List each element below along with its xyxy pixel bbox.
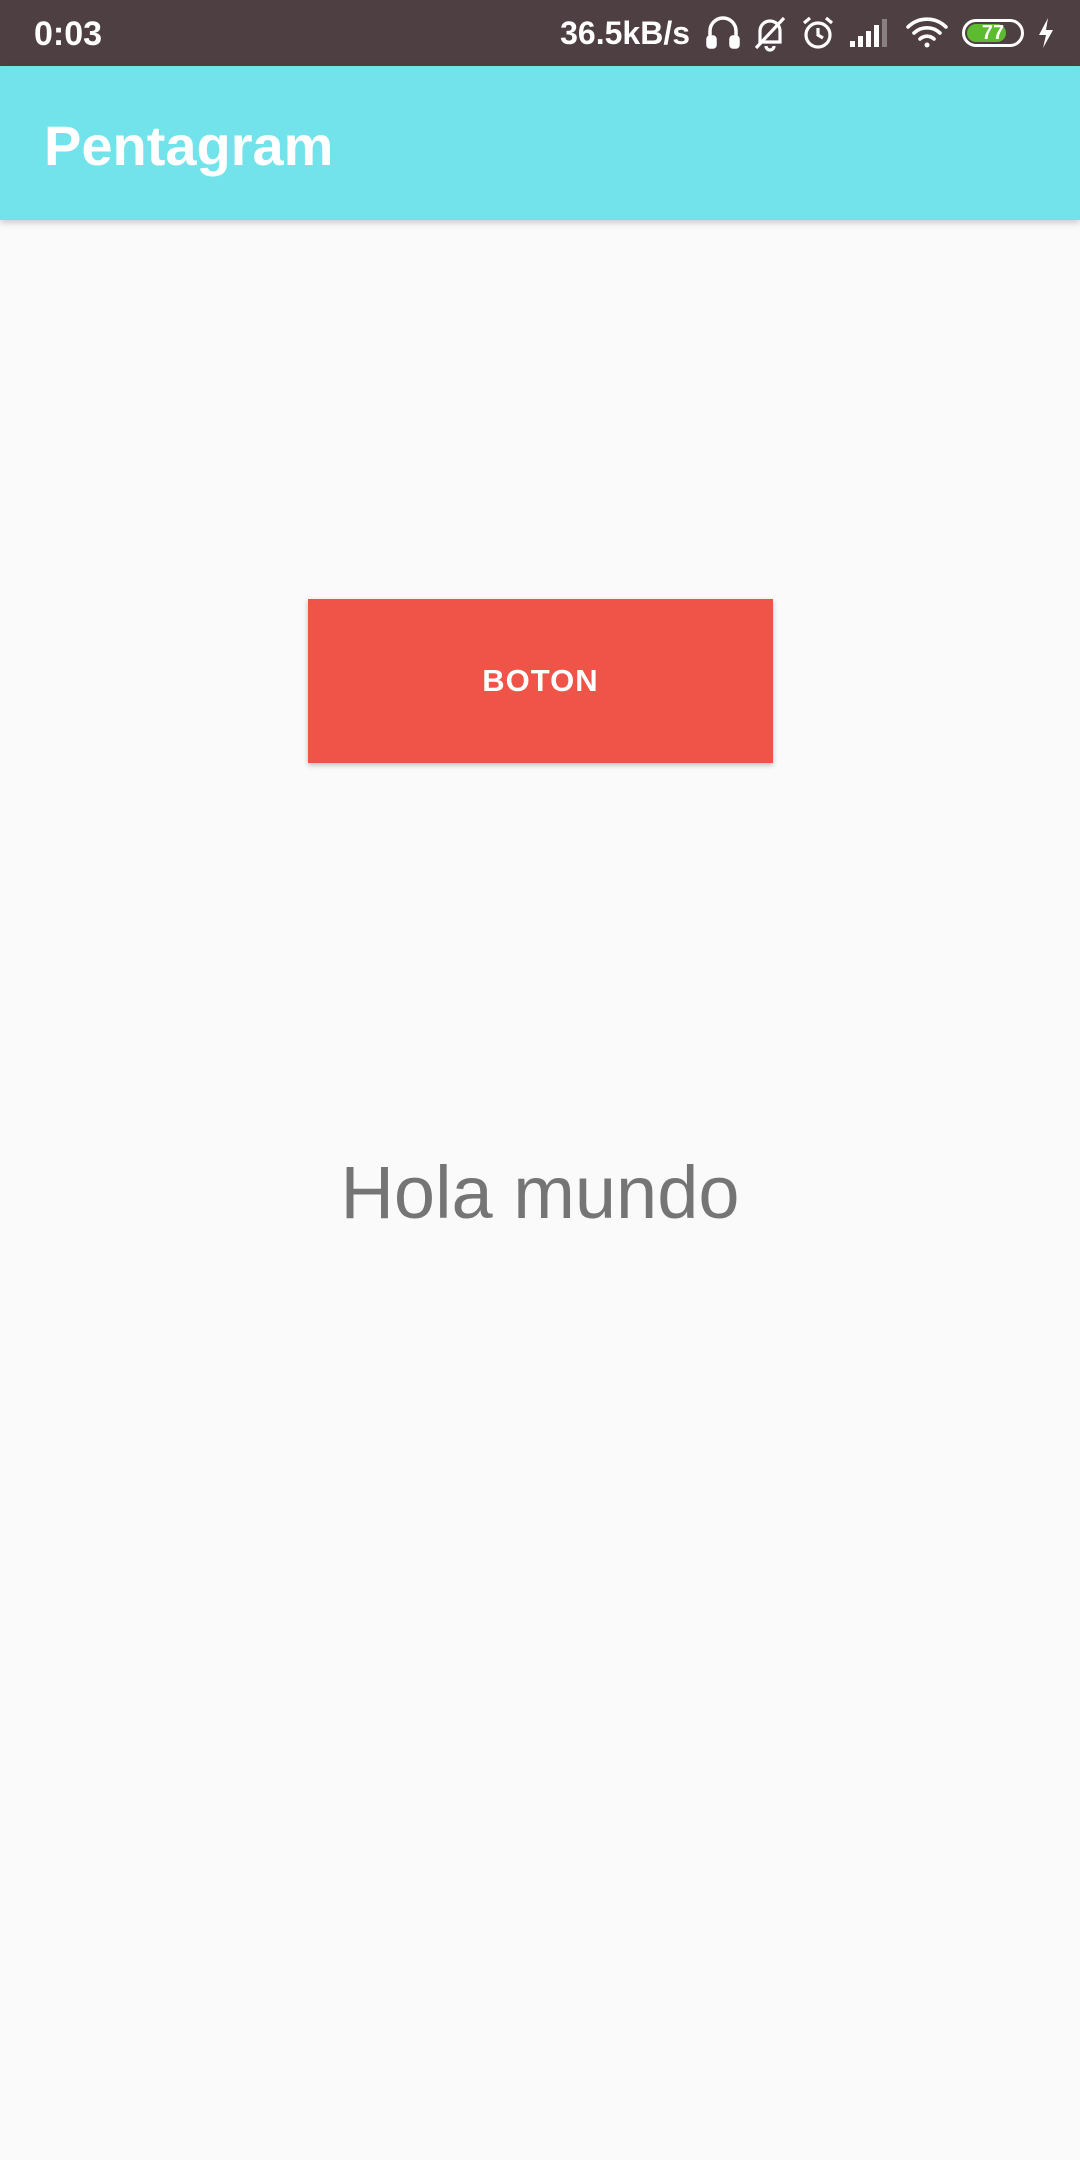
battery-icon: 77 [962, 13, 1024, 53]
status-bar: 0:03 36.5kB/s 77 [0, 0, 1080, 66]
bell-off-icon [752, 13, 788, 53]
app-bar: Pentagram [0, 66, 1080, 220]
headset-icon [706, 13, 740, 53]
battery-level: 77 [981, 22, 1005, 44]
wifi-icon [904, 13, 950, 53]
boton-button[interactable]: BOTON [308, 599, 773, 763]
status-icons: 36.5kB/s 77 [560, 0, 1056, 66]
hello-text: Hola mundo [340, 1151, 740, 1234]
app-title: Pentagram [44, 114, 334, 177]
signal-icon [848, 13, 892, 53]
network-speed: 36.5kB/s [560, 14, 690, 51]
charging-icon [1036, 13, 1056, 53]
alarm-icon [800, 13, 836, 53]
status-time: 0:03 [34, 15, 103, 53]
